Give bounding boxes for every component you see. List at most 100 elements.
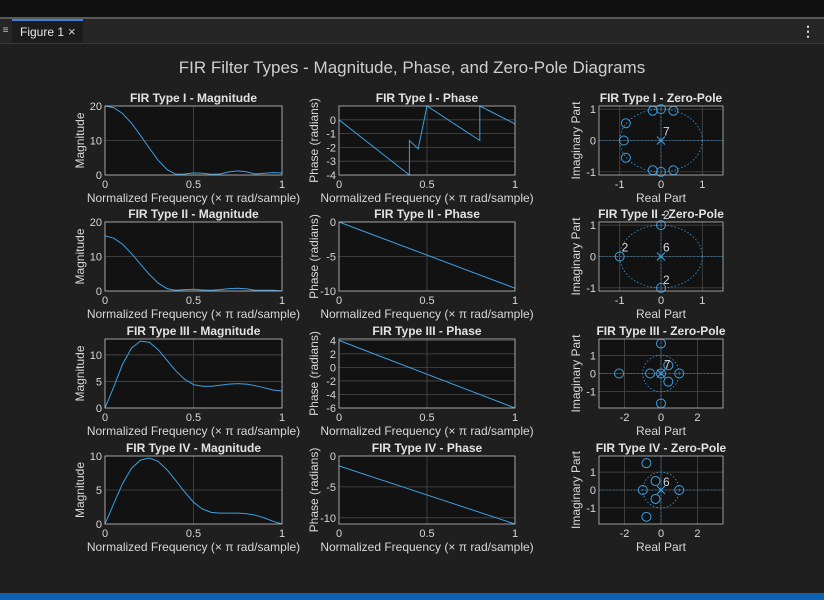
y-axis-label: Imaginary Part	[569, 334, 583, 413]
y-tick-label: 10	[90, 350, 102, 362]
x-tick-label: 0.5	[186, 412, 201, 424]
y-tick-label: -5	[326, 252, 336, 264]
x-tick-label: 1	[512, 295, 518, 307]
chart-title: FIR Type II - Magnitude	[128, 207, 259, 221]
x-axis-label: Normalized Frequency (× π rad/sample)	[320, 424, 533, 438]
more-options-icon[interactable]: ⋮	[801, 21, 815, 41]
y-tick-label: 0	[96, 170, 102, 182]
y-tick-label: 0	[96, 519, 102, 531]
y-tick-label: 0	[330, 115, 336, 127]
x-tick-label: -1	[615, 179, 625, 191]
y-axis-label: Magnitude	[73, 345, 87, 401]
figure-svg: FIR Filter Types - Magnitude, Phase, and…	[73, 58, 727, 554]
x-axis-label: Normalized Frequency (× π rad/sample)	[87, 540, 300, 554]
y-tick-label: 10	[90, 451, 102, 463]
multiplicity-label: 6	[663, 475, 670, 489]
chart-title: FIR Type III - Magnitude	[127, 324, 261, 338]
y-tick-label: 10	[90, 136, 102, 148]
y-tick-label: 1	[590, 350, 596, 362]
chart-title: FIR Type III - Phase	[372, 324, 481, 338]
y-tick-label: -10	[320, 513, 336, 525]
y-tick-label: 20	[90, 217, 102, 229]
y-tick-label: -6	[326, 403, 336, 415]
x-tick-label: 1	[699, 295, 705, 307]
y-axis-label: Imaginary Part	[569, 101, 583, 180]
y-tick-label: 2	[330, 349, 336, 361]
y-tick-label: 0	[330, 451, 336, 463]
y-tick-label: -2	[326, 142, 336, 154]
chart-panel: 0 0.5 10510FIR Type IV - MagnitudeNormaliz…	[73, 441, 300, 554]
x-tick-label: 1	[512, 412, 518, 424]
x-tick-label: 1	[512, 179, 518, 191]
figure-suptitle: FIR Filter Types - Magnitude, Phase, and…	[179, 58, 645, 77]
chart-title: FIR Type IV - Phase	[372, 441, 483, 455]
y-tick-label: 0	[96, 403, 102, 415]
y-axis-label: Magnitude	[73, 462, 87, 518]
x-tick-label: 1	[512, 528, 518, 540]
x-tick-label: 1	[279, 295, 285, 307]
x-tick-label: 0	[658, 179, 664, 191]
tab-label: Figure 1	[20, 25, 65, 39]
y-axis-label: Imaginary Part	[569, 450, 583, 529]
y-tick-label: 1	[590, 220, 596, 232]
multiplicity-label: 6	[663, 241, 670, 255]
chart-panel: -1 0 1 -1 0 1 7 FIR Type I - Zero-Pole Real Part…	[569, 91, 724, 205]
chart-title: FIR Type I - Zero-Pole	[600, 91, 723, 105]
x-tick-label: 2	[694, 528, 700, 540]
y-tick-label: 20	[90, 101, 102, 113]
y-tick-label: -4	[326, 170, 336, 182]
x-tick-label: 0	[102, 295, 108, 307]
close-icon[interactable]: ×	[68, 24, 76, 39]
y-tick-label: 0	[330, 217, 336, 229]
multiplicity-label: 7	[664, 358, 671, 372]
x-tick-label: 0.5	[419, 528, 434, 540]
x-axis-label: Real Part	[636, 540, 687, 554]
x-tick-label: 1	[699, 179, 705, 191]
x-tick-label: 1	[279, 528, 285, 540]
y-axis-label: Imaginary Part	[569, 217, 583, 296]
y-tick-label: 1	[590, 104, 596, 116]
y-tick-label: 0	[590, 136, 596, 148]
y-tick-label: 5	[96, 376, 102, 388]
x-axis-label: Real Part	[636, 307, 687, 321]
x-axis-label: Normalized Frequency (× π rad/sample)	[87, 191, 300, 205]
x-tick-label: 0.5	[419, 412, 434, 424]
y-tick-label: 0	[590, 485, 596, 497]
figure-canvas: FIR Filter Types - Magnitude, Phase, and…	[0, 44, 824, 593]
tab-figure-1[interactable]: Figure 1 ×	[12, 19, 83, 43]
chart-panel: 0 0.5 1 -4 -3 -2-1 0 FIR Type I - Phase Normaliz…	[307, 91, 534, 205]
chart-title: FIR Type IV - Zero-Pole	[596, 441, 727, 455]
x-tick-label: 2	[694, 412, 700, 424]
x-tick-label: 0	[336, 295, 342, 307]
y-axis-label: Phase (radians)	[307, 98, 321, 183]
chart-title: FIR Type III - Zero-Pole	[596, 324, 725, 338]
y-tick-label: 0	[330, 362, 336, 374]
x-tick-label: -2	[620, 412, 630, 424]
x-tick-label: 0.5	[186, 528, 201, 540]
y-tick-label: -1	[586, 283, 596, 295]
x-axis-label: Real Part	[636, 191, 687, 205]
multiplicity-label: 7	[663, 125, 670, 139]
tab-grip-icon[interactable]: ≡	[0, 21, 11, 41]
x-tick-label: 0	[102, 412, 108, 424]
x-axis-label: Normalized Frequency (× π rad/sample)	[87, 307, 300, 321]
x-axis-label: Real Part	[636, 424, 687, 438]
x-tick-label: 0	[336, 412, 342, 424]
x-axis-label: Normalized Frequency (× π rad/sample)	[320, 307, 533, 321]
y-axis-label: Magnitude	[73, 228, 87, 284]
x-tick-label: 1	[279, 412, 285, 424]
x-axis-label: Normalized Frequency (× π rad/sample)	[320, 191, 533, 205]
x-tick-label: 0	[102, 528, 108, 540]
tab-strip: ≡ Figure 1 × ⋮	[0, 19, 824, 44]
x-tick-label: 0	[336, 179, 342, 191]
x-axis-label: Normalized Frequency (× π rad/sample)	[87, 424, 300, 438]
chart-panel: -2 0 2 -1 0 1 6 FIR Type IV - Zero-Pole Real Par…	[569, 441, 727, 554]
chart-title: FIR Type I - Phase	[376, 91, 479, 105]
x-tick-label: -1	[615, 295, 625, 307]
chart-panel: 0 0.5 10510FIR Type III - MagnitudeNormali…	[73, 324, 300, 438]
y-tick-label: 0	[590, 369, 596, 381]
y-tick-label: -1	[586, 387, 596, 399]
x-tick-label: 1	[279, 179, 285, 191]
chart-panel: 0 0.5 101020FIR Type I - MagnitudeNormaliz…	[73, 91, 300, 205]
y-tick-label: -3	[326, 156, 336, 168]
